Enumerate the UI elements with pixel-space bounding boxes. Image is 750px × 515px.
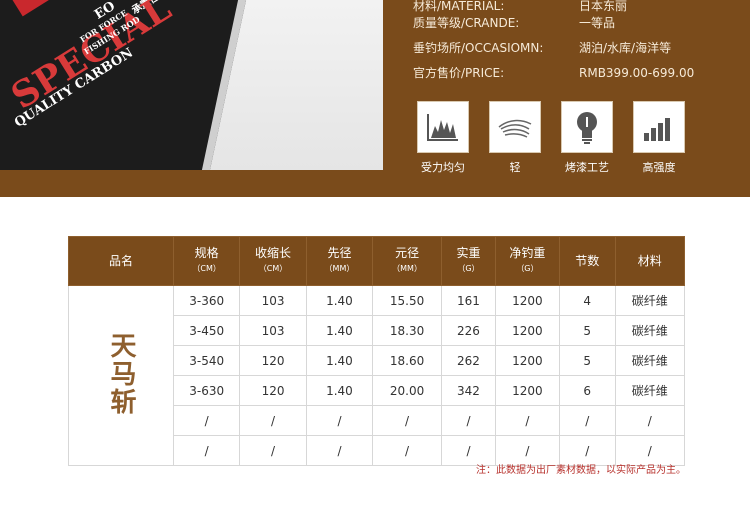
table-cell: 1.40 bbox=[305, 375, 374, 406]
table-cell: / bbox=[239, 405, 307, 436]
table-cell: 1.40 bbox=[305, 315, 374, 346]
table-cell: / bbox=[305, 435, 374, 466]
table-header-row: 品名 规格 （CM） 收缩长 （CM） 先径 （MM） 元径 （MM） 实重 （G） 净钓… bbox=[68, 236, 686, 286]
header-closed-length: 收缩长 （CM） bbox=[239, 236, 307, 286]
table-cell: 3-540 bbox=[172, 345, 241, 376]
feature-high-strength: 高强度 bbox=[633, 101, 685, 175]
header-butt-diameter: 元径 （MM） bbox=[372, 236, 442, 286]
header-tip-diameter: 先径 （MM） bbox=[305, 236, 374, 286]
table-cell: 120 bbox=[239, 375, 307, 406]
spec-table: 品名 规格 （CM） 收缩长 （CM） 先径 （MM） 元径 （MM） 实重 （G） 净钓… bbox=[68, 236, 686, 466]
table-cell: / bbox=[614, 405, 686, 436]
header-sections: 节数 bbox=[558, 236, 616, 286]
table-cell: 6 bbox=[558, 375, 616, 406]
table-cell: / bbox=[172, 405, 241, 436]
table-cell: / bbox=[372, 435, 442, 466]
strength-bars-icon bbox=[633, 101, 685, 153]
feature-even-force: 受力均匀 bbox=[417, 101, 469, 175]
product-banner: EO 承重性 SPECIAL QUALITY CARBON FOR FORCE … bbox=[0, 0, 750, 197]
table-cell: 161 bbox=[440, 285, 497, 316]
table-cell: 5 bbox=[558, 345, 616, 376]
table-cell: 120 bbox=[239, 345, 307, 376]
table-cell: 4 bbox=[558, 285, 616, 316]
table-cell: 1200 bbox=[495, 345, 560, 376]
table-cell: / bbox=[372, 405, 442, 436]
header-name: 品名 bbox=[68, 236, 174, 286]
product-photo: EO 承重性 SPECIAL QUALITY CARBON FOR FORCE … bbox=[0, 0, 383, 170]
table-cell: / bbox=[558, 405, 616, 436]
feature-paint-process: 烤漆工艺 bbox=[561, 101, 613, 175]
table-cell: 226 bbox=[440, 315, 497, 346]
table-cell: 5 bbox=[558, 315, 616, 346]
spec-occasion: 垂钓场所/OCCASIOMN: 湖泊/水库/海洋等 bbox=[413, 41, 672, 55]
table-cell: 18.30 bbox=[372, 315, 442, 346]
light-bulb-icon bbox=[561, 101, 613, 153]
table-cell: 碳纤维 bbox=[614, 375, 686, 406]
table-cell: 3-450 bbox=[172, 315, 241, 346]
table-cell: / bbox=[239, 435, 307, 466]
table-cell: 碳纤维 bbox=[614, 345, 686, 376]
table-cell: 3-360 bbox=[172, 285, 241, 316]
header-spec: 规格 （CM） bbox=[172, 236, 241, 286]
product-name: 天马斩 bbox=[106, 332, 136, 416]
data-disclaimer-note: 注：此数据为出厂素材数据，以实际产品为主。 bbox=[476, 465, 686, 476]
table-cell: 碳纤维 bbox=[614, 315, 686, 346]
product-name-cell: 天马斩 bbox=[68, 285, 174, 466]
table-cell: 1200 bbox=[495, 375, 560, 406]
feature-light: 轻 bbox=[489, 101, 541, 175]
table-cell: 103 bbox=[239, 285, 307, 316]
table-cell: / bbox=[440, 405, 497, 436]
table-cell: / bbox=[305, 405, 374, 436]
table-cell: 103 bbox=[239, 315, 307, 346]
table-cell: / bbox=[172, 435, 241, 466]
table-cell: 1200 bbox=[495, 285, 560, 316]
table-cell: / bbox=[495, 405, 560, 436]
table-cell: 1.40 bbox=[305, 345, 374, 376]
header-material: 材料 bbox=[614, 236, 686, 286]
table-cell: 262 bbox=[440, 345, 497, 376]
table-row: 天马斩 3-360 103 1.40 15.50 161 1200 4 碳纤维 bbox=[68, 285, 686, 466]
balance-chart-icon bbox=[417, 101, 469, 153]
spec-price: 官方售价/PRICE: RMB399.00-699.00 bbox=[413, 66, 695, 80]
spec-grade: 质量等级/CRANDE: 一等品 bbox=[413, 16, 616, 30]
table-cell: 1200 bbox=[495, 315, 560, 346]
table-cell: 3-630 bbox=[172, 375, 241, 406]
table-cell: 20.00 bbox=[372, 375, 442, 406]
table-cell: 1.40 bbox=[305, 285, 374, 316]
header-weight: 实重 （G） bbox=[440, 236, 497, 286]
feather-icon bbox=[489, 101, 541, 153]
table-cell: 碳纤维 bbox=[614, 285, 686, 316]
header-net-weight: 净钓重 （G） bbox=[495, 236, 560, 286]
table-cell: 18.60 bbox=[372, 345, 442, 376]
table-cell: 342 bbox=[440, 375, 497, 406]
table-cell: 15.50 bbox=[372, 285, 442, 316]
spec-material: 材料/MATERIAL: 日本东丽 bbox=[413, 0, 628, 13]
